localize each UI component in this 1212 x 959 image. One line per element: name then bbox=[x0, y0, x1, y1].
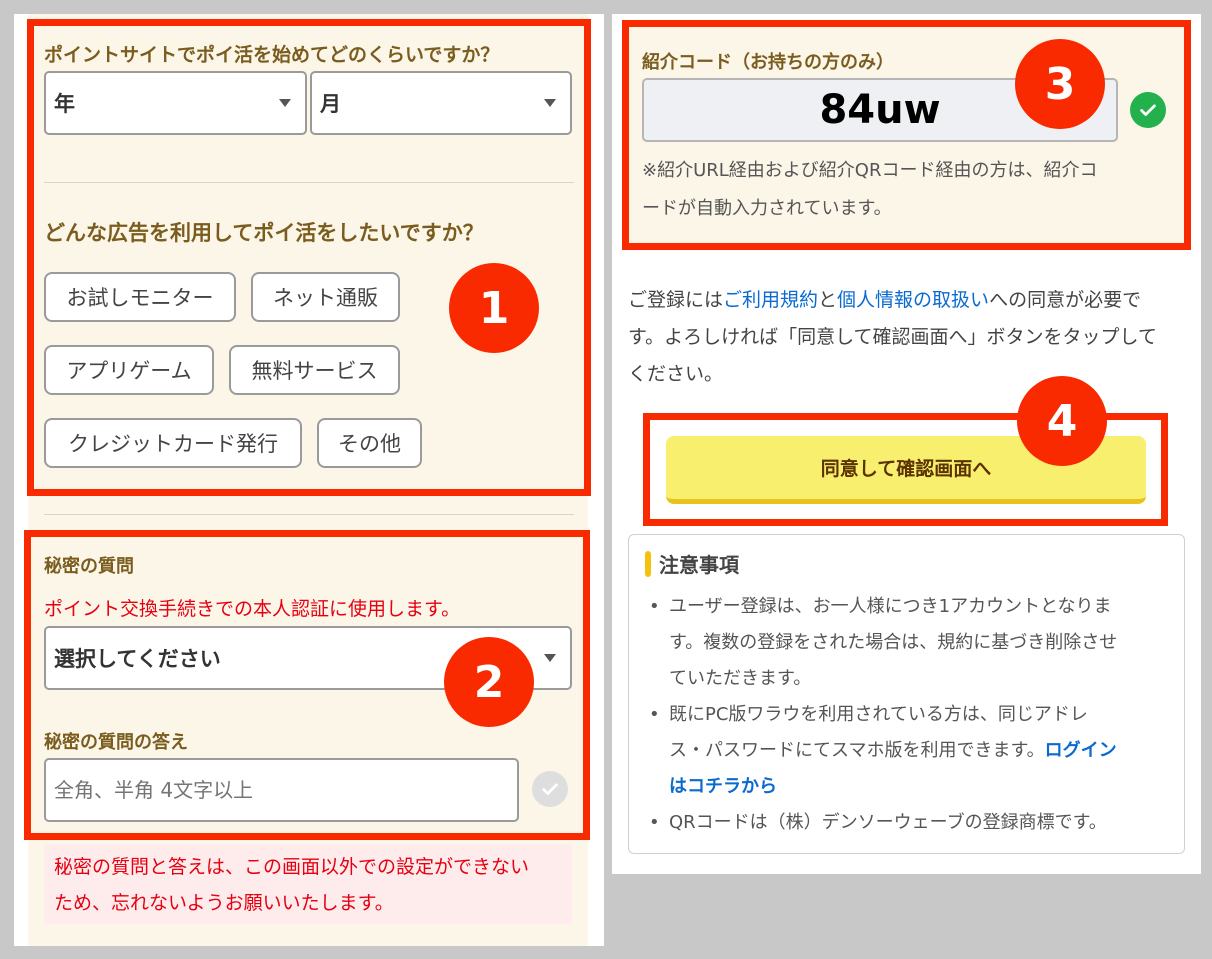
note-item-1-line-3: ていただきます。 bbox=[669, 668, 812, 689]
privacy-link[interactable]: 個人情報の取扱い bbox=[837, 289, 989, 311]
agreement-suffix: への同意が必要で bbox=[989, 289, 1142, 311]
annotation-box-1 bbox=[27, 19, 591, 496]
warning-line-2: ため、忘れないようお願いいたします。 bbox=[54, 892, 394, 914]
notes-title-marker bbox=[645, 551, 651, 577]
login-link[interactable]: ログイン bbox=[1045, 740, 1117, 761]
note-item-3: QRコードは（株）デンソーウェーブの登録商標です。 bbox=[669, 812, 1107, 833]
left-panel: ポイントサイトでポイ活を始めてどのくらいですか？ 年 月 どんな広告を利用してポ… bbox=[14, 14, 604, 946]
note-item-1-line-1: ユーザー登録は、お一人様につき1アカウントとなりま bbox=[669, 596, 1112, 617]
terms-link[interactable]: ご利用規約 bbox=[723, 289, 818, 311]
login-link-continued[interactable]: はコチラから bbox=[669, 776, 777, 797]
agreement-line-1: ご登録にはご利用規約と個人情報の取扱いへの同意が必要で bbox=[628, 282, 1141, 319]
agreement-line-3: ください。 bbox=[628, 363, 724, 385]
annotation-badge-4: 4 bbox=[1017, 376, 1107, 466]
note-item-1-line-2: す。複数の登録をされた場合は、規約に基づき削除させ bbox=[669, 632, 1118, 653]
annotation-badge-1: 1 bbox=[449, 263, 539, 353]
notes-box: 注意事項 • ユーザー登録は、お一人様につき1アカウントとなりま す。複数の登録を… bbox=[628, 534, 1185, 854]
agreement-line-2: す。よろしければ「同意して確認画面へ」ボタンをタップして bbox=[628, 326, 1157, 348]
note-item-2-line-2: ス・パスワードにてスマホ版を利用できます。 bbox=[669, 740, 1045, 761]
annotation-badge-2: 2 bbox=[444, 637, 534, 727]
warning-line-1: 秘密の質問と答えは、この画面以外での設定ができない bbox=[54, 856, 530, 878]
notes-title: 注意事項 bbox=[659, 553, 739, 577]
section-divider bbox=[44, 514, 574, 515]
annotation-badge-3: 3 bbox=[1015, 39, 1105, 129]
note-item-2-line-1: 既にPC版ワラウを利用されている方は、同じアドレ bbox=[669, 704, 1088, 725]
agreement-and: と bbox=[818, 289, 838, 311]
warning-box: 秘密の質問と答えは、この画面以外での設定ができない ため、忘れないようお願いいた… bbox=[44, 844, 572, 924]
agreement-prefix: ご登録には bbox=[628, 289, 724, 311]
note-item-1: • ユーザー登録は、お一人様につき1アカウントとなりま す。複数の登録をされた場合… bbox=[649, 596, 1118, 833]
annotation-box-3 bbox=[622, 20, 1191, 250]
right-panel: 紹介コード（お持ちの方のみ） 84uw ※紹介URL経由および紹介QRコード経由… bbox=[612, 14, 1201, 874]
